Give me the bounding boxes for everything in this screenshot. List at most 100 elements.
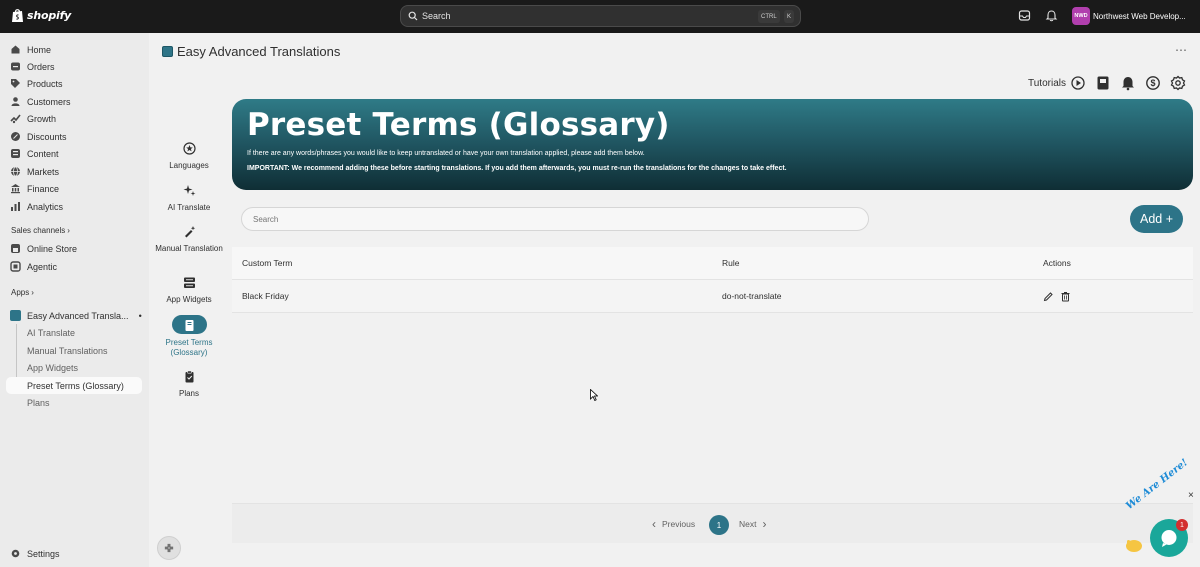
chat-unread-badge: 1 xyxy=(1176,519,1188,531)
bar-chart-icon xyxy=(11,202,20,211)
widgets-icon xyxy=(183,277,195,288)
nav-settings-label: Settings xyxy=(27,548,60,559)
appnav-languages[interactable]: Languages xyxy=(149,142,229,171)
nav-discounts-label: Discounts xyxy=(27,131,67,142)
nav-app-easy-advanced-translations[interactable]: Easy Advanced Transla... • xyxy=(10,307,142,324)
discount-icon xyxy=(11,132,20,141)
next-page-button[interactable]: Next › xyxy=(739,517,766,531)
delete-trash-icon[interactable] xyxy=(1060,291,1071,302)
nav-discounts[interactable]: Discounts xyxy=(10,128,67,145)
nav-finance-label: Finance xyxy=(27,183,60,194)
bell-icon[interactable] xyxy=(1045,9,1058,22)
inbox-tray-icon[interactable] xyxy=(1018,9,1031,22)
global-search-placeholder: Search xyxy=(422,11,451,21)
chevron-right-icon: › xyxy=(31,288,34,297)
store-switcher[interactable]: NWD Northwest Web Develop... xyxy=(1072,7,1186,25)
subnav-app-widgets[interactable]: App Widgets xyxy=(27,359,78,376)
pagination: ‹ Previous 1 Next › xyxy=(232,503,1193,543)
nav-finance[interactable]: Finance xyxy=(10,180,59,197)
global-search-bar[interactable]: Search CTRL K xyxy=(400,5,801,27)
appnav-preset-terms-label: Preset Terms (Glossary) xyxy=(165,338,213,357)
chat-close-button[interactable]: × xyxy=(1188,490,1194,501)
inbox-icon xyxy=(11,62,20,71)
add-term-button[interactable]: Add + xyxy=(1130,205,1183,233)
appnav-app-widgets[interactable]: App Widgets xyxy=(149,276,229,305)
nav-customers[interactable]: Customers xyxy=(10,93,71,110)
app-toolbar: Tutorials $ xyxy=(1028,75,1186,91)
subnav-ai-translate[interactable]: AI Translate xyxy=(27,324,75,341)
admin-sidebar: Home Orders Products Customers Growth Di… xyxy=(0,33,149,567)
sales-channels-header[interactable]: Sales channels › xyxy=(11,226,70,235)
header-rule: Rule xyxy=(722,258,740,268)
cell-term: Black Friday xyxy=(242,291,289,301)
ctrl-key-hint: CTRL xyxy=(758,10,780,23)
nav-orders[interactable]: Orders xyxy=(10,58,55,75)
header-custom-term: Custom Term xyxy=(242,258,293,268)
appnav-preset-terms[interactable]: Preset Terms (Glossary) xyxy=(149,319,229,358)
chat-bubble-icon xyxy=(1161,530,1177,547)
store-name: Northwest Web Develop... xyxy=(1093,11,1186,21)
person-icon xyxy=(11,97,20,106)
subnav-manual-translations[interactable]: Manual Translations xyxy=(27,342,108,359)
hero-banner: Preset Terms (Glossary) If there are any… xyxy=(232,99,1193,190)
nav-products[interactable]: Products xyxy=(10,75,63,92)
nav-content-label: Content xyxy=(27,148,59,159)
appnav-languages-label: Languages xyxy=(169,161,209,170)
magic-wand-icon xyxy=(184,226,195,238)
previous-page-button[interactable]: ‹ Previous xyxy=(652,517,695,531)
star-circle-icon xyxy=(182,142,196,155)
nav-analytics[interactable]: Analytics xyxy=(10,198,63,215)
appnav-plans-label: Plans xyxy=(178,389,199,398)
nav-markets[interactable]: Markets xyxy=(10,163,59,180)
book-icon[interactable] xyxy=(1095,75,1111,91)
next-label: Next xyxy=(739,519,757,529)
nav-agentic[interactable]: Agentic xyxy=(10,258,57,275)
shopify-logo[interactable]: shopify xyxy=(11,8,71,23)
nav-growth[interactable]: Growth xyxy=(10,110,56,127)
settings-gear-icon[interactable] xyxy=(1170,75,1186,91)
edit-pencil-icon[interactable] xyxy=(1043,291,1054,302)
dollar-circle-icon[interactable]: $ xyxy=(1145,75,1161,91)
appnav-ai-translate[interactable]: AI Translate xyxy=(149,184,229,213)
k-key-hint: K xyxy=(784,10,795,23)
chevron-left-icon: ‹ xyxy=(652,517,656,531)
growth-icon xyxy=(10,114,21,124)
pin-dot-icon[interactable]: • xyxy=(139,311,142,321)
collapse-arrows-icon xyxy=(164,543,174,553)
page-title-text: Easy Advanced Translations xyxy=(177,44,341,59)
table-row: Black Friday do-not-translate xyxy=(232,280,1193,313)
agentic-icon xyxy=(10,261,21,272)
store-avatar: NWD xyxy=(1072,7,1090,25)
nav-app-label: Easy Advanced Transla... xyxy=(27,310,129,321)
storefront-icon xyxy=(11,244,20,253)
page-title: Easy Advanced Translations xyxy=(162,44,340,59)
nav-online-store[interactable]: Online Store xyxy=(10,240,77,257)
tag-icon xyxy=(11,79,20,88)
waving-hand-icon xyxy=(1126,540,1142,552)
apps-label: Apps xyxy=(11,288,30,297)
more-actions-icon[interactable]: ⋯ xyxy=(1175,43,1188,57)
tree-connector xyxy=(16,324,17,382)
nav-home[interactable]: Home xyxy=(10,41,51,58)
subnav-preset-terms[interactable]: Preset Terms (Glossary) xyxy=(27,377,124,394)
nav-settings[interactable]: Settings xyxy=(10,545,60,562)
apps-header[interactable]: Apps › xyxy=(11,288,34,297)
current-page-indicator[interactable]: 1 xyxy=(709,515,729,535)
subnav-plans[interactable]: Plans xyxy=(27,394,50,411)
bell-icon[interactable] xyxy=(1120,75,1136,91)
tutorials-link[interactable]: Tutorials xyxy=(1028,78,1066,89)
main-content: Easy Advanced Translations ⋯ Tutorials $… xyxy=(149,33,1200,567)
nav-growth-label: Growth xyxy=(27,113,57,124)
glossary-search-input[interactable] xyxy=(241,207,869,231)
nav-content[interactable]: Content xyxy=(10,145,59,162)
collapse-toggle-button[interactable] xyxy=(157,536,181,560)
appnav-manual-translation[interactable]: Manual Translation xyxy=(149,225,229,254)
app-logo-icon xyxy=(10,310,21,321)
nav-products-label: Products xyxy=(27,78,63,89)
appnav-plans[interactable]: Plans xyxy=(149,370,229,399)
table-header-row: Custom Term Rule Actions xyxy=(232,247,1193,280)
mouse-cursor-icon xyxy=(590,389,598,401)
play-circle-icon[interactable] xyxy=(1070,75,1086,91)
top-bar: shopify Search CTRL K NWD Northwest Web … xyxy=(0,0,1200,33)
cell-actions xyxy=(1043,291,1077,302)
